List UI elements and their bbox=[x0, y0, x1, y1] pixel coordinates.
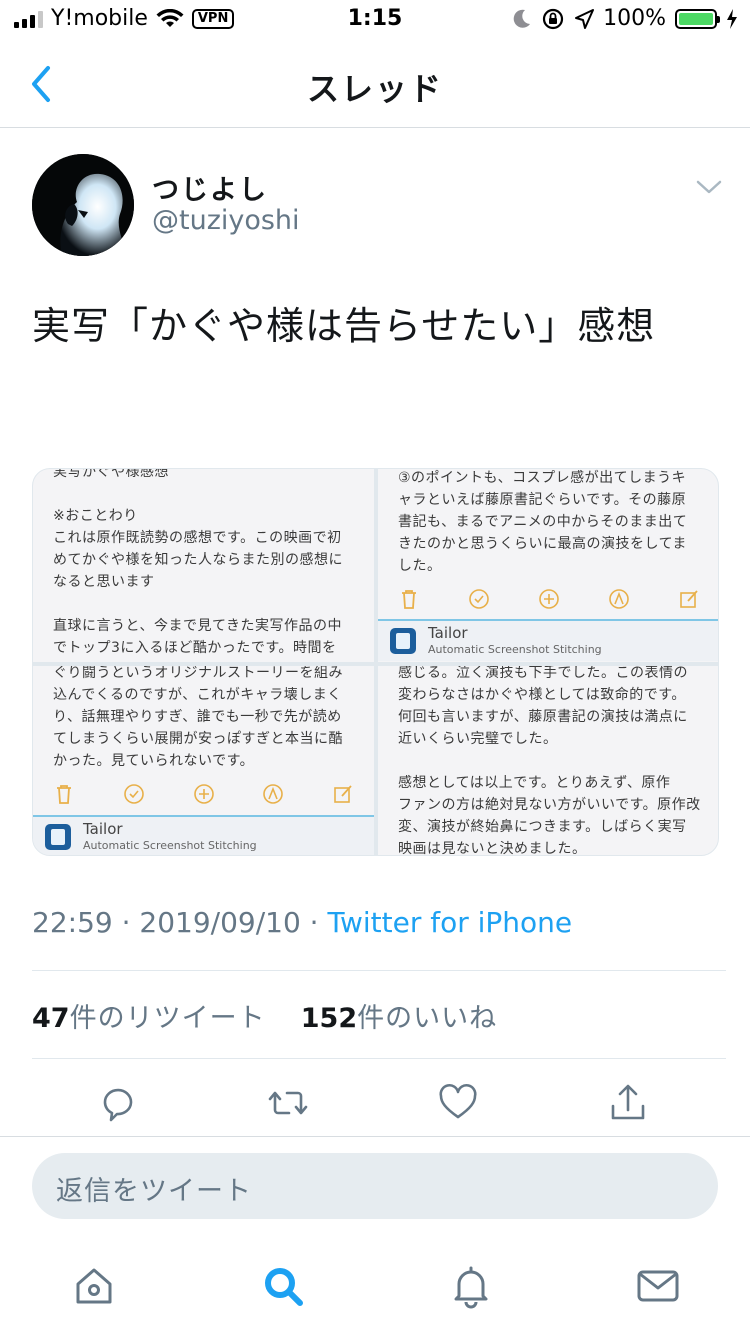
timestamp-text: 22:59 · 2019/09/10 · bbox=[32, 906, 328, 939]
media-image-2[interactable]: ③のポイントも、コスプレ感が出てしまうキ ャラといえば藤原書記ぐらいです。その藤… bbox=[378, 469, 718, 662]
tweet-stats: 47件のリツイート 152件のいいね bbox=[32, 996, 497, 1035]
image-text: 感じる。泣く演技も下手でした。この表情の 変わらなさはかぐや様としては致命的です… bbox=[398, 666, 701, 856]
battery-icon bbox=[675, 8, 720, 29]
tailor-toolbar bbox=[33, 779, 374, 809]
markup-icon bbox=[263, 784, 284, 804]
messages-icon[interactable] bbox=[634, 1262, 682, 1310]
tweet-actions bbox=[0, 1072, 750, 1136]
tailor-subtitle: Automatic Screenshot Stitching bbox=[83, 839, 257, 852]
like-stat[interactable]: 152件のいいね bbox=[301, 1003, 497, 1034]
check-circle-icon bbox=[123, 784, 144, 804]
retweet-count: 47 bbox=[32, 1003, 70, 1034]
tab-bar bbox=[0, 1238, 750, 1334]
charging-icon bbox=[727, 8, 737, 29]
home-icon[interactable] bbox=[70, 1262, 118, 1310]
retweet-label: 件のリツイート bbox=[69, 1003, 266, 1034]
tailor-name: Tailor bbox=[83, 820, 123, 838]
page-title: スレッド bbox=[306, 70, 443, 108]
like-count: 152 bbox=[300, 1003, 358, 1034]
image-text: 実写かぐや様感想 ※おことわり これは原作既読勢の感想です。この映画で初 めてか… bbox=[53, 469, 343, 656]
image-text: ぐり闘うというオリジナルストーリーを組み 込んでくるのですが、これがキャラ壊しま… bbox=[53, 666, 343, 769]
tailor-logo-icon bbox=[45, 824, 71, 850]
retweet-stat[interactable]: 47件のリツイート bbox=[32, 1003, 266, 1034]
avatar-silhouette-icon bbox=[32, 154, 134, 256]
trash-icon bbox=[402, 590, 416, 609]
reply-input[interactable]: 返信をツイート bbox=[32, 1153, 718, 1219]
battery-percent: 100% bbox=[603, 6, 666, 31]
tailor-banner: Tailor Automatic Screenshot Stitching bbox=[378, 621, 718, 661]
moon-icon bbox=[513, 9, 531, 28]
edit-icon bbox=[680, 590, 698, 608]
source-link[interactable]: Twitter for iPhone bbox=[327, 906, 572, 939]
chevron-down-icon[interactable] bbox=[692, 172, 726, 202]
rotation-lock-icon bbox=[542, 8, 564, 29]
reply-icon[interactable] bbox=[97, 1082, 139, 1124]
divider bbox=[0, 1136, 750, 1137]
notifications-icon[interactable] bbox=[447, 1262, 495, 1310]
user-handle[interactable]: @tuziyoshi bbox=[152, 205, 300, 236]
tailor-toolbar bbox=[378, 584, 718, 614]
share-icon[interactable] bbox=[607, 1082, 649, 1124]
tweet-text: 実写「かぐや様は告らせたい」感想 bbox=[32, 304, 656, 348]
trash-icon bbox=[57, 785, 71, 804]
media-grid: 実写かぐや様感想 ※おことわり これは原作既読勢の感想です。この映画で初 めてか… bbox=[32, 468, 719, 856]
check-circle-icon bbox=[469, 589, 489, 609]
tailor-logo-icon bbox=[390, 628, 416, 654]
retweet-icon[interactable] bbox=[267, 1082, 309, 1124]
navigation-bar: スレッド bbox=[0, 40, 750, 128]
tweet-timestamp: 22:59 · 2019/09/10 · Twitter for iPhone bbox=[32, 906, 572, 939]
avatar[interactable] bbox=[32, 154, 134, 256]
tailor-subtitle: Automatic Screenshot Stitching bbox=[428, 643, 602, 656]
reply-placeholder: 返信をツイート bbox=[56, 1176, 252, 1207]
divider bbox=[32, 1058, 726, 1059]
like-icon[interactable] bbox=[437, 1082, 479, 1124]
markup-icon bbox=[609, 589, 629, 609]
edit-icon bbox=[334, 785, 352, 803]
media-image-3[interactable]: ぐり闘うというオリジナルストーリーを組み 込んでくるのですが、これがキャラ壊しま… bbox=[33, 666, 374, 855]
status-bar: Y!mobile VPN 1:15 100% bbox=[0, 0, 750, 40]
media-image-1[interactable]: 実写かぐや様感想 ※おことわり これは原作既読勢の感想です。この映画で初 めてか… bbox=[33, 469, 374, 662]
media-image-4[interactable]: 感じる。泣く演技も下手でした。この表情の 変わらなさはかぐや様としては致命的です… bbox=[378, 666, 718, 856]
divider bbox=[32, 970, 726, 971]
display-name[interactable]: つじよし bbox=[152, 168, 268, 207]
plus-circle-icon bbox=[539, 589, 559, 609]
tailor-banner: Tailor Automatic Screenshot Stitching bbox=[33, 817, 374, 855]
location-icon bbox=[575, 8, 595, 29]
status-right: 100% bbox=[512, 6, 738, 31]
search-icon[interactable] bbox=[259, 1262, 307, 1310]
tailor-name: Tailor bbox=[428, 624, 468, 642]
image-text: ③のポイントも、コスプレ感が出てしまうキ ャラといえば藤原書記ぐらいです。その藤… bbox=[398, 470, 688, 574]
like-label: 件のいいね bbox=[357, 1003, 498, 1034]
plus-circle-icon bbox=[193, 784, 214, 804]
